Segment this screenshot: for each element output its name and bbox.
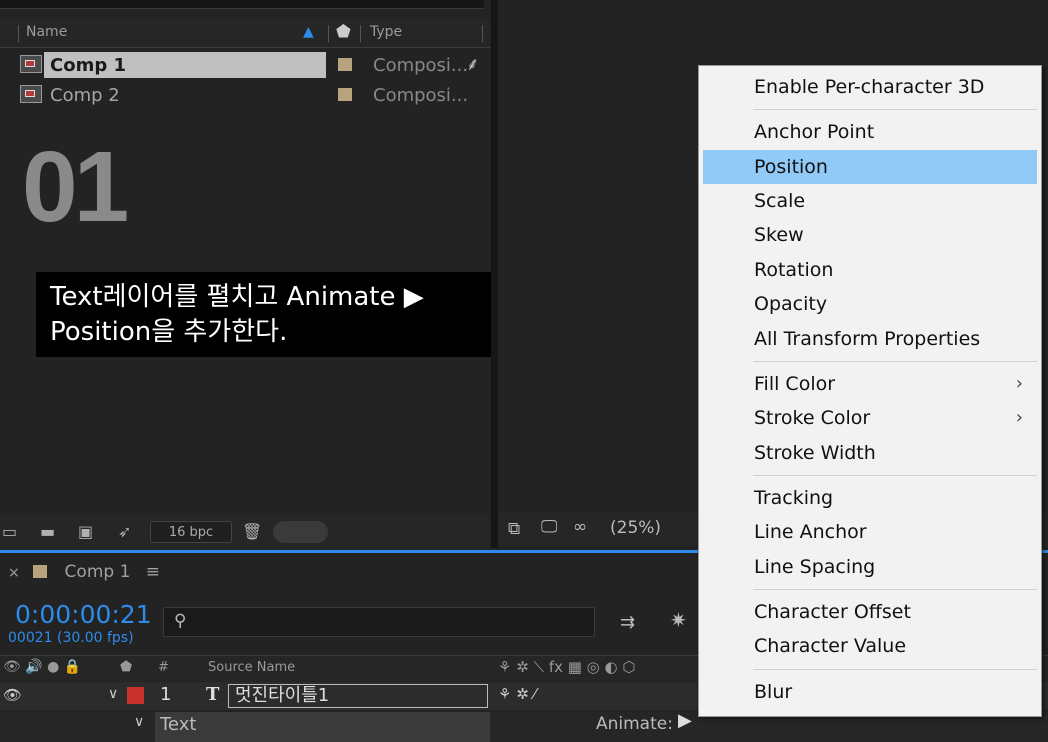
- label-swatch[interactable]: [338, 88, 352, 101]
- menu-item-line-spacing[interactable]: Line Spacing: [703, 550, 1037, 584]
- panel-divider[interactable]: [491, 0, 498, 548]
- menu-item-scale[interactable]: Scale: [703, 184, 1037, 218]
- always-preview-icon[interactable]: ⧉: [508, 519, 520, 539]
- text-property-label[interactable]: Text: [160, 714, 196, 735]
- display-icon[interactable]: 🖵: [541, 517, 557, 537]
- text-expand-chevron-icon[interactable]: ∨: [134, 714, 144, 730]
- menu-item-character-offset[interactable]: Character Offset: [703, 595, 1037, 629]
- text-property-highlight: [155, 712, 490, 742]
- bit-depth-button[interactable]: 16 bpc: [150, 521, 232, 543]
- label-swatch[interactable]: [338, 58, 352, 71]
- text-layer-icon: T: [206, 684, 220, 705]
- project-footer: ▭ ▬ ▣ ➶ 16 bpc 🗑: [0, 514, 490, 548]
- column-type[interactable]: Type: [370, 24, 402, 40]
- mask-visibility-icon[interactable]: ∞: [573, 517, 587, 537]
- submenu-arrow-icon: ›: [1015, 407, 1023, 428]
- search-icon: ⚲: [174, 611, 187, 631]
- layer-switches-icons[interactable]: ⚘ ✲ ⁄: [498, 685, 536, 703]
- item-name[interactable]: Comp 2: [50, 83, 120, 109]
- label-icon: ⬟: [120, 659, 133, 675]
- menu-item-fill-color[interactable]: Fill Color ›: [703, 367, 1037, 401]
- project-item-comp2[interactable]: Comp 2 Composi...: [0, 80, 490, 110]
- trash-icon[interactable]: 🗑: [242, 522, 262, 541]
- item-type: Composi...: [373, 85, 469, 106]
- comp-color-icon: [33, 565, 48, 578]
- instruction-caption: Text레이어를 펼치고 Animate ▶ Position을 추가한다.: [36, 272, 499, 357]
- composition-icon: [20, 55, 42, 73]
- item-name[interactable]: Comp 1: [50, 53, 126, 79]
- timeline-tab[interactable]: × Comp 1 ≡: [8, 562, 160, 582]
- menu-item-opacity[interactable]: Opacity: [703, 287, 1037, 321]
- menu-item-line-anchor[interactable]: Line Anchor: [703, 515, 1037, 549]
- submenu-arrow-icon: ›: [1015, 373, 1023, 394]
- new-composition-icon[interactable]: ▣: [78, 522, 93, 541]
- project-search-bar[interactable]: [0, 0, 484, 9]
- render-queue-icon[interactable]: ➶: [118, 522, 131, 541]
- animate-play-icon[interactable]: ▶: [678, 710, 692, 731]
- step-number: 01: [22, 131, 129, 243]
- animate-context-menu: Enable Per-character 3D Anchor Point Pos…: [698, 65, 1042, 717]
- flowchart-icon[interactable]: ⸙: [466, 52, 480, 76]
- caption-line-1: Text레이어를 펼치고 Animate ▶: [50, 282, 424, 312]
- menu-item-tracking[interactable]: Tracking: [703, 481, 1037, 515]
- composition-mini-flowchart-icon[interactable]: ⇉: [620, 612, 635, 633]
- layer-label-color[interactable]: [127, 687, 144, 704]
- magnification-dropdown[interactable]: (25%): [610, 518, 661, 538]
- close-icon[interactable]: ×: [8, 565, 20, 581]
- menu-item-rotation[interactable]: Rotation: [703, 253, 1037, 287]
- sort-ascending-icon[interactable]: ▲: [303, 24, 314, 40]
- tab-label[interactable]: Comp 1: [65, 562, 131, 582]
- thumbnail-toggle[interactable]: [273, 521, 328, 543]
- caption-line-2: Position을 추가한다.: [50, 317, 288, 347]
- composition-icon: [20, 85, 42, 103]
- frame-count: 00021 (30.00 fps): [8, 630, 134, 646]
- menu-item-character-value[interactable]: Character Value: [703, 629, 1037, 663]
- av-features-icons: 👁 🔊 ● 🔒: [3, 659, 82, 675]
- source-name-column[interactable]: Source Name: [208, 660, 295, 675]
- layer-name-field[interactable]: 멋진타이틀1: [228, 684, 488, 708]
- video-visibility-icon[interactable]: 👁: [3, 686, 22, 704]
- menu-item-stroke-color[interactable]: Stroke Color ›: [703, 401, 1037, 435]
- menu-item-skew[interactable]: Skew: [703, 218, 1037, 252]
- layer-number-column: #: [158, 660, 169, 675]
- new-folder-icon[interactable]: ▬: [40, 522, 55, 541]
- menu-item-enable-per-character-3d[interactable]: Enable Per-character 3D: [703, 70, 1037, 104]
- menu-item-position[interactable]: Position: [703, 150, 1037, 184]
- menu-icon[interactable]: ≡: [146, 562, 160, 582]
- label-tag-icon[interactable]: ⬟: [336, 22, 351, 42]
- timeline-search-input[interactable]: ⚲: [163, 607, 595, 637]
- menu-item-stroke-width[interactable]: Stroke Width: [703, 436, 1037, 470]
- menu-item-blur[interactable]: Blur: [703, 675, 1037, 709]
- project-item-comp1[interactable]: Comp 1 Composi... ⸙: [0, 50, 490, 80]
- switches-icons: ⚘ ✲ ⟍ fx ▦ ◎ ◐ ⬡: [498, 658, 636, 676]
- item-type: Composi...: [373, 55, 469, 76]
- menu-item-anchor-point[interactable]: Anchor Point: [703, 115, 1037, 149]
- expand-chevron-icon[interactable]: ∨: [108, 686, 118, 702]
- animate-label: Animate:: [596, 714, 673, 734]
- current-time[interactable]: 0:00:00:21: [15, 600, 152, 629]
- project-panel: Name ▲ ⬟ Type Comp 1 Composi... ⸙ Comp 2…: [0, 0, 499, 548]
- menu-item-all-transform-properties[interactable]: All Transform Properties: [703, 322, 1037, 356]
- draft-3d-icon[interactable]: ✷: [670, 608, 687, 632]
- layer-number: 1: [160, 684, 172, 705]
- column-name[interactable]: Name: [26, 24, 67, 40]
- interpret-footage-icon[interactable]: ▭: [2, 522, 17, 541]
- project-column-header: Name ▲ ⬟ Type: [0, 18, 490, 48]
